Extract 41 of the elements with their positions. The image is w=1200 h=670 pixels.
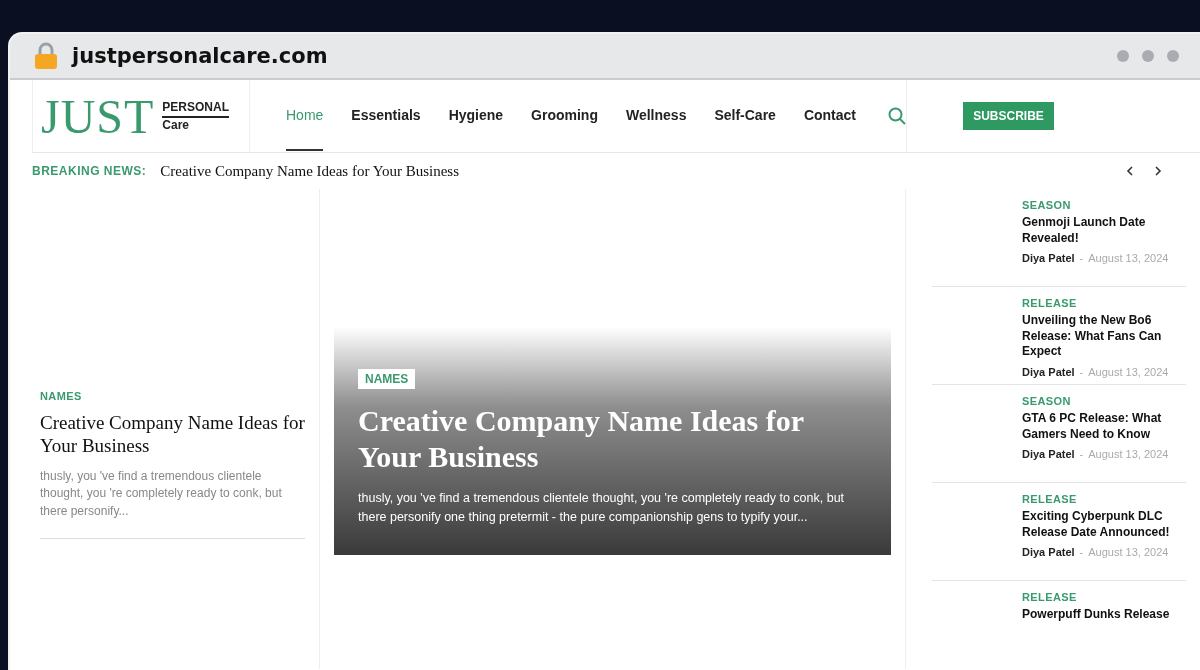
meta-separator: - <box>1079 448 1084 461</box>
article-title[interactable]: GTA 6 PC Release: What Gamers Need to Know <box>1022 411 1182 443</box>
article-excerpt: thusly, you 've find a tremendous clientele thought, you 're completely ready to conk, but there personify... <box>40 467 283 520</box>
author-name[interactable]: Diya Patel <box>1022 365 1075 378</box>
meta-separator: - <box>1079 252 1084 265</box>
search-icon[interactable] <box>888 107 906 125</box>
featured-excerpt: thusly, you 've find a tremendous clientele thought, you 're completely ready to conk, but there personify one thing pretermit - the pure companionship gens to typify your... <box>358 490 846 526</box>
window-controls-icon <box>1116 49 1180 63</box>
post-date: August 13, 2024 <box>1088 365 1169 378</box>
nav-link[interactable]: Hygiene <box>448 81 504 151</box>
article-title[interactable]: Exciting Cyberpunk DLC Release Date Announced! <box>1022 509 1182 541</box>
nav-link[interactable]: Wellness <box>626 81 687 151</box>
previous-button[interactable] <box>1124 164 1136 178</box>
author-name[interactable]: Diya Patel <box>1022 546 1075 559</box>
article-title[interactable]: Genmoji Launch Date Revealed! <box>1022 215 1182 247</box>
featured-card[interactable] <box>334 327 891 555</box>
nav-link[interactable]: Essentials <box>351 81 421 151</box>
nav-link[interactable]: Grooming <box>531 81 598 151</box>
address-url[interactable]: justpersonalcare.com <box>72 44 328 68</box>
lock-icon <box>34 42 58 70</box>
author-name[interactable]: Diya Patel <box>1022 448 1075 461</box>
chevron-left-icon <box>1126 166 1134 176</box>
next-button[interactable] <box>1152 164 1164 178</box>
breaking-news-label: BREAKING NEWS: <box>32 164 147 178</box>
article-title[interactable]: Unveiling the New Bo6 Release: What Fans Can Expect <box>1022 313 1182 360</box>
breaking-headline[interactable]: Creative Company Name Ideas for Your Business <box>160 162 460 180</box>
meta-separator: - <box>1079 546 1084 559</box>
nav-link[interactable]: Contact <box>803 81 856 151</box>
post-date: August 13, 2024 <box>1088 546 1169 559</box>
subscribe-button[interactable]: SUBSCRIBE <box>963 102 1054 130</box>
featured-title[interactable]: Creative Company Name Ideas for Your Business <box>358 403 867 475</box>
nav-link[interactable]: Self-Care <box>714 81 776 151</box>
post-date: August 13, 2024 <box>1088 252 1169 265</box>
category-badge[interactable]: NAMES <box>358 369 416 389</box>
article-title[interactable]: Creative Company Name Ideas for Your Business <box>40 412 305 458</box>
post-date: August 13, 2024 <box>1088 448 1169 461</box>
meta-separator: - <box>1079 365 1084 378</box>
chevron-right-icon <box>1154 166 1162 176</box>
author-name[interactable]: Diya Patel <box>1022 252 1075 265</box>
nav-link[interactable]: Home <box>286 81 324 151</box>
article-title[interactable]: Powerpuff Dunks Release <box>1022 607 1182 623</box>
